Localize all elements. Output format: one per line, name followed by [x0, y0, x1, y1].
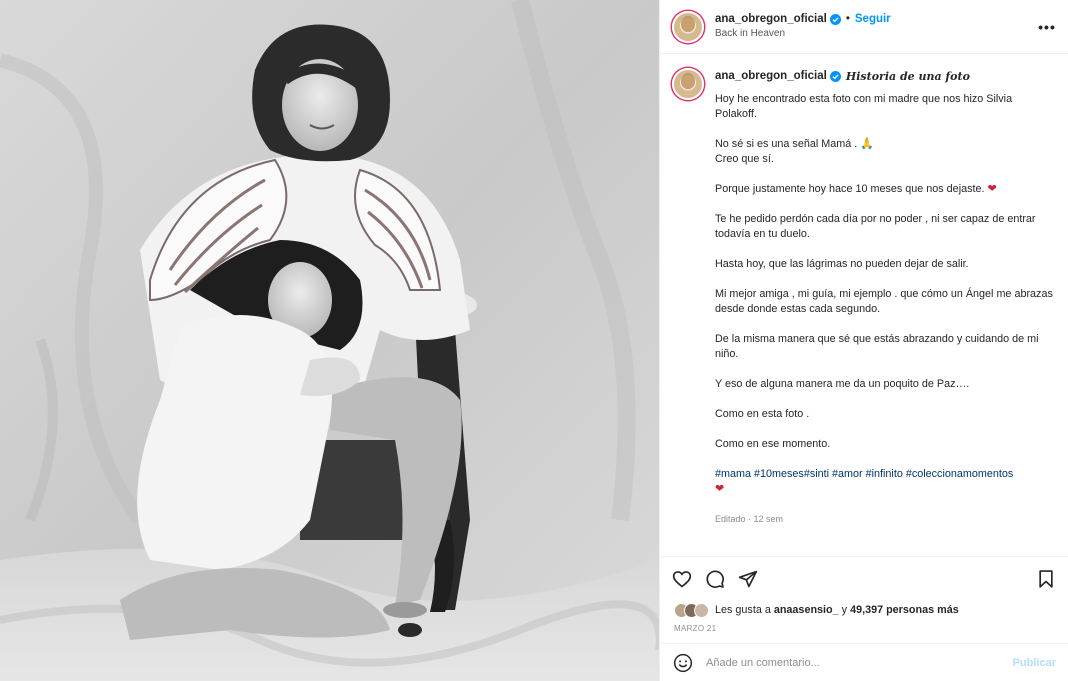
caption-author-avatar[interactable] — [672, 68, 704, 100]
edited-timestamp: Editado · 12 sem — [715, 514, 784, 524]
caption-hashtags[interactable]: #mama #10meses#sinti #amor #infinito #co… — [715, 468, 1013, 480]
instagram-post-modal: ana_obregon_oficial • Seguir Back in Hea… — [0, 0, 1068, 681]
verified-badge-icon — [829, 70, 841, 82]
publish-button[interactable]: Publicar — [1013, 657, 1056, 669]
post-location[interactable]: Back in Heaven — [715, 27, 1038, 41]
save-button[interactable] — [1034, 567, 1058, 591]
caption-author-username[interactable]: ana_obregon_oficial — [715, 70, 827, 82]
like-button[interactable] — [670, 567, 694, 591]
more-options-icon[interactable]: ••• — [1038, 18, 1056, 36]
caption-paragraph: No sé si es una señal Mamá . 🙏 Creo que … — [715, 137, 1056, 167]
comment-icon — [706, 570, 724, 588]
likes-middle: y — [841, 604, 848, 616]
caption-line: Creo que sí. — [715, 153, 774, 165]
heart-icon — [672, 571, 692, 588]
pray-emoji-icon: 🙏 — [860, 138, 874, 150]
caption-line: No sé si es una señal Mamá . — [715, 138, 858, 150]
caption-title: Historia de una foto — [845, 69, 970, 83]
comment-input[interactable] — [706, 656, 1013, 669]
caption-paragraph: Hasta hoy, que las lágrimas no pueden de… — [715, 258, 969, 270]
post-header: ana_obregon_oficial • Seguir Back in Hea… — [660, 0, 1068, 54]
liker-avatar — [694, 602, 709, 618]
author-avatar[interactable] — [672, 10, 704, 43]
share-icon — [738, 570, 758, 588]
caption-header: ana_obregon_oficial Historia de una foto — [715, 68, 1056, 84]
share-button[interactable] — [736, 567, 760, 591]
caption-row: ana_obregon_oficial Historia de una foto… — [672, 68, 1056, 524]
caption-paragraph: Porque justamente hoy hace 10 meses que … — [715, 182, 1056, 197]
caption-paragraph: De la misma manera que sé que estás abra… — [715, 333, 1039, 360]
caption-body: ana_obregon_oficial Historia de una foto… — [715, 68, 1056, 525]
caption-paragraph: Te he pedido perdón cada día por no pode… — [715, 213, 1036, 240]
comment-button[interactable] — [703, 567, 727, 591]
caption-paragraph: Como en ese momento. — [715, 438, 831, 450]
header-text: ana_obregon_oficial • Seguir Back in Hea… — [715, 12, 1038, 41]
separator-dot: • — [845, 13, 850, 25]
comment-bar: Publicar — [660, 643, 1068, 681]
caption-hashtags-block: #mama #10meses#sinti #amor #infinito #co… — [715, 467, 1056, 497]
red-heart-emoji-icon: ❤ — [715, 483, 725, 495]
bookmark-icon — [1039, 570, 1053, 588]
post-photo[interactable] — [0, 0, 659, 681]
red-heart-emoji-icon: ❤ — [987, 183, 997, 195]
caption-paragraph: Y eso de alguna manera me da un poquito … — [715, 378, 970, 390]
header-line: ana_obregon_oficial • Seguir — [715, 12, 1038, 26]
follow-button[interactable]: Seguir — [855, 12, 891, 26]
action-bar — [660, 557, 1068, 601]
caption-section: ana_obregon_oficial Historia de una foto… — [660, 54, 1068, 557]
likes-summary: Les gusta a anaasensio_ y 49,397 persona… — [660, 601, 1068, 619]
caption-paragraph: Hoy he encontrado esta foto con mi madre… — [715, 93, 1013, 120]
post-side-panel: ana_obregon_oficial • Seguir Back in Hea… — [659, 0, 1068, 681]
likes-prefix: Les gusta a — [715, 604, 771, 616]
likes-user-link[interactable]: anaasensio_ — [774, 604, 839, 616]
liker-avatars[interactable] — [674, 602, 709, 618]
author-username[interactable]: ana_obregon_oficial — [715, 12, 827, 26]
likes-count-link[interactable]: 49,397 personas más — [850, 604, 959, 616]
caption-paragraph: Como en esta foto . — [715, 408, 810, 420]
caption-paragraph: Mi mejor amiga , mi guía, mi ejemplo . q… — [715, 288, 1053, 315]
emoji-icon — [673, 653, 693, 672]
caption-line: Porque justamente hoy hace 10 meses que … — [715, 183, 985, 195]
verified-badge-icon — [829, 13, 841, 25]
post-image — [0, 0, 659, 681]
post-date[interactable]: MARZO 21 — [660, 619, 1068, 643]
emoji-button[interactable] — [672, 652, 694, 674]
